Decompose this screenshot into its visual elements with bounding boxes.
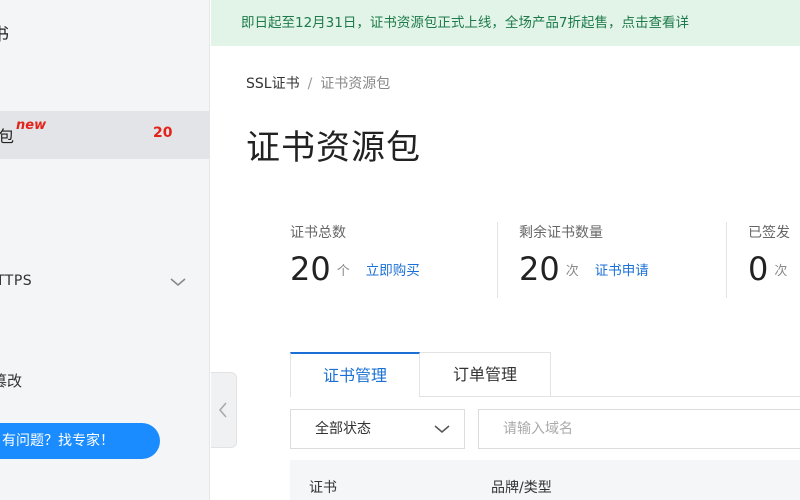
stat-label: 剩余证书数量 <box>519 225 603 241</box>
promo-banner[interactable]: 即日起至12月31日，证书资源包正式上线，全场产品7折起售，点击查看详 <box>211 0 800 46</box>
sidebar-item-https[interactable]: TTPS <box>0 273 32 289</box>
stat-value: 20 <box>290 250 331 288</box>
stat-value: 0 <box>748 250 769 288</box>
stat-total-certs: 证书总数 20 个立即购买 <box>290 222 420 298</box>
table-header: 证书 品牌/类型 <box>290 460 800 500</box>
chevron-left-icon <box>218 402 227 418</box>
status-select[interactable]: 全部状态 <box>290 409 465 449</box>
sidebar-item-cert-package[interactable]: 包 new 20 <box>0 111 210 159</box>
sidebar: 书 包 new 20 TTPS 篡改 有问题？找专家！ <box>0 0 210 500</box>
sidebar-item-tamper[interactable]: 篡改 <box>0 370 22 391</box>
breadcrumb-ssl-link[interactable]: SSL证书 <box>246 76 300 92</box>
stat-divider <box>726 222 727 298</box>
stat-issued-certs: 已签发 0次 <box>748 222 790 298</box>
buy-now-link[interactable]: 立即购买 <box>366 263 420 279</box>
sidebar-item-text: 包 <box>0 127 15 146</box>
new-badge: new <box>16 118 47 133</box>
sidebar-item-count: 20 <box>153 125 173 141</box>
domain-search-input[interactable] <box>478 409 800 449</box>
stat-value: 20 <box>519 250 560 288</box>
stat-divider <box>497 222 498 298</box>
status-select-value: 全部状态 <box>315 421 371 437</box>
tab-cert-management[interactable]: 证书管理 <box>290 352 420 397</box>
column-header-cert: 证书 <box>309 480 337 496</box>
page-title: 证书资源包 <box>246 128 421 168</box>
stat-unit: 次 <box>774 263 788 279</box>
tab-divider <box>551 396 800 397</box>
apply-cert-link[interactable]: 证书申请 <box>595 263 649 279</box>
stat-unit: 次 <box>565 263 579 279</box>
column-header-brand: 品牌/类型 <box>491 480 552 496</box>
sidebar-title: 书 <box>0 25 9 45</box>
tab-order-management[interactable]: 订单管理 <box>420 352 551 397</box>
stat-remaining-certs: 剩余证书数量 20 次证书申请 <box>519 222 649 298</box>
chevron-down-icon[interactable] <box>168 272 188 292</box>
stat-unit: 个 <box>336 263 350 279</box>
breadcrumb-separator: / <box>307 76 313 92</box>
sidebar-collapse-button[interactable] <box>211 372 237 448</box>
breadcrumb: SSL证书 / 证书资源包 <box>246 73 390 93</box>
stat-label: 证书总数 <box>290 225 346 241</box>
chevron-down-icon <box>434 425 450 433</box>
stat-label: 已签发 <box>748 225 790 241</box>
ask-expert-button[interactable]: 有问题？找专家！ <box>0 423 160 459</box>
sidebar-item-label: 包 new <box>0 118 46 147</box>
breadcrumb-current: 证书资源包 <box>320 76 391 92</box>
